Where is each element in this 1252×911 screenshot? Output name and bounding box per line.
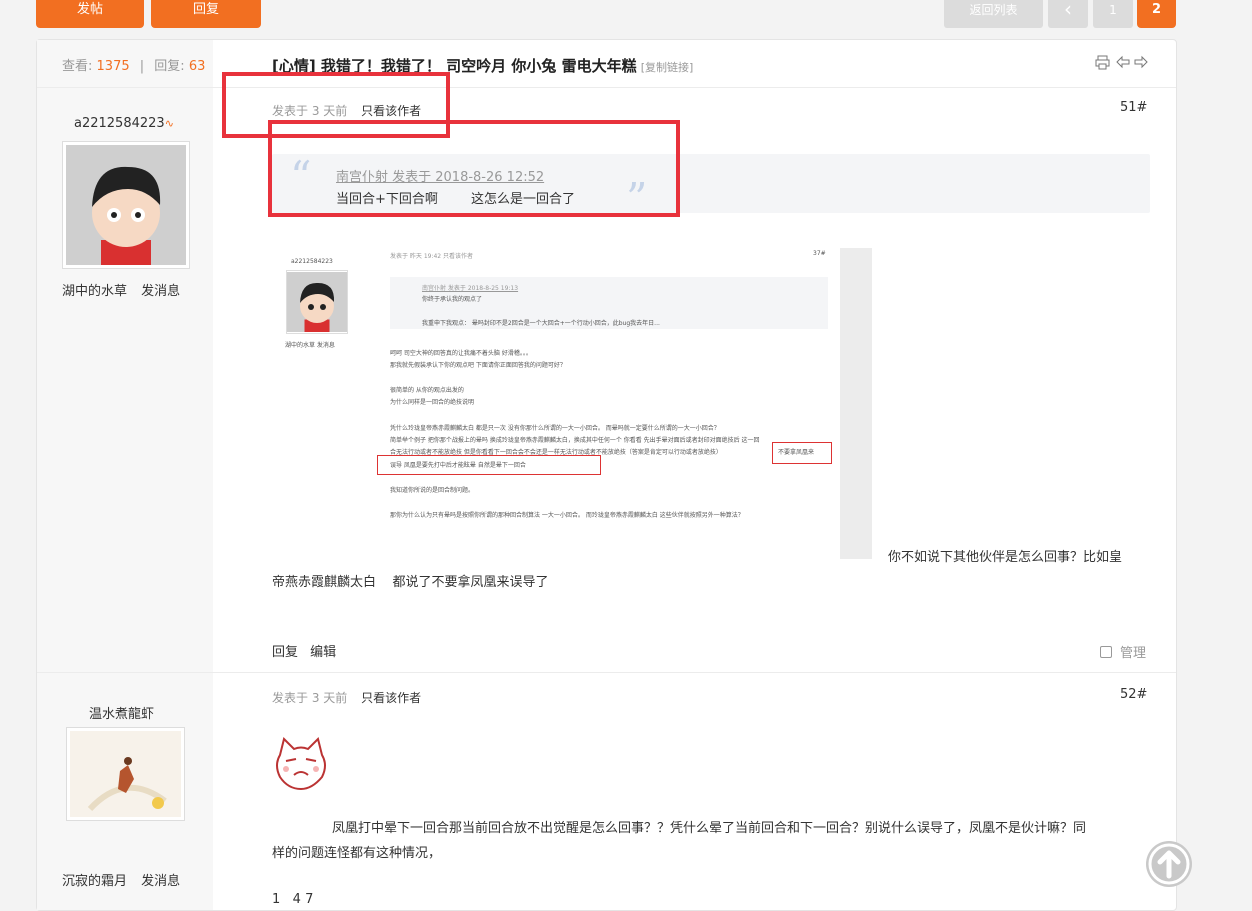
post-text-line3: 1 4 7 — [272, 892, 314, 907]
manage-control[interactable]: 管理 — [1100, 642, 1146, 661]
post-text-line1: 凤凰打中晕下一回合那当前回合放不出觉醒是怎么回事？？凭什么晕了当前回合和下一回合… — [332, 821, 1087, 836]
floor-number[interactable]: 52# — [1120, 687, 1147, 702]
user-title: 湖中的水草 — [62, 284, 128, 299]
highlight-box-quote — [268, 120, 680, 217]
post-time: 发表于 3 天前 — [272, 691, 348, 705]
prev-page-button[interactable]: ‹ — [1048, 0, 1088, 28]
user-title: 沉寂的霜月 — [62, 874, 128, 889]
post-reply-link[interactable]: 回复 — [272, 645, 298, 660]
post-52: 温水煮龍虾 沉寂的霜月 发消息 发表于 3 天前 只看该作者 52# 凤凰打中晕… — [37, 673, 1176, 910]
author-name[interactable]: a2212584223∿ — [74, 116, 174, 131]
post-image[interactable]: a2212584223 湖中的水草 发消息 发表于 昨天 19:42 只看该作者… — [272, 248, 872, 559]
reply-button[interactable]: 回复 — [151, 0, 261, 28]
copy-link[interactable]: [复制链接] — [641, 61, 694, 74]
page-2-current[interactable]: 2 — [1137, 0, 1176, 28]
next-thread-icon[interactable] — [1134, 55, 1148, 73]
author-name[interactable]: 温水煮龍虾 — [89, 703, 154, 722]
avatar[interactable] — [62, 141, 190, 269]
post-51-author: a2212584223∿ 湖中的水草 发消息 — [37, 88, 213, 672]
back-to-list-button[interactable]: 返回列表 — [944, 0, 1043, 28]
post-text-line2: 帝燕赤霞麒麟太白 都说了不要拿凤凰来误导了 — [272, 575, 549, 590]
send-message-link[interactable]: 发消息 — [141, 874, 180, 889]
thread-header: 查看: 1375 | 回复: 63 [心情] 我错了！我错了！ 司空吟月 你小兔… — [37, 40, 1176, 88]
prev-thread-icon[interactable] — [1116, 55, 1130, 73]
new-post-button[interactable]: 发帖 — [36, 0, 144, 28]
cat-emoticon — [272, 735, 330, 797]
author-only-link[interactable]: 只看该作者 — [361, 691, 421, 705]
floor-number[interactable]: 51# — [1120, 100, 1147, 115]
manage-checkbox[interactable] — [1100, 646, 1112, 658]
post-text-line1: 你不如说下其他伙伴是怎么回事？比如皇 — [888, 550, 1123, 565]
send-message-link[interactable]: 发消息 — [141, 284, 180, 299]
post-text-line2: 样的问题连怪都有这种情况， — [272, 846, 442, 861]
avatar[interactable] — [66, 727, 185, 821]
thread-stats: 查看: 1375 | 回复: 63 — [37, 40, 213, 87]
post-52-author: 温水煮龍虾 沉寂的霜月 发消息 — [37, 673, 213, 910]
post-edit-link[interactable]: 编辑 — [310, 645, 336, 660]
scroll-top-icon — [1148, 843, 1190, 885]
print-icon[interactable] — [1095, 55, 1110, 74]
page-1-link[interactable]: 1 — [1093, 0, 1133, 28]
scroll-top-button[interactable] — [1146, 841, 1192, 887]
